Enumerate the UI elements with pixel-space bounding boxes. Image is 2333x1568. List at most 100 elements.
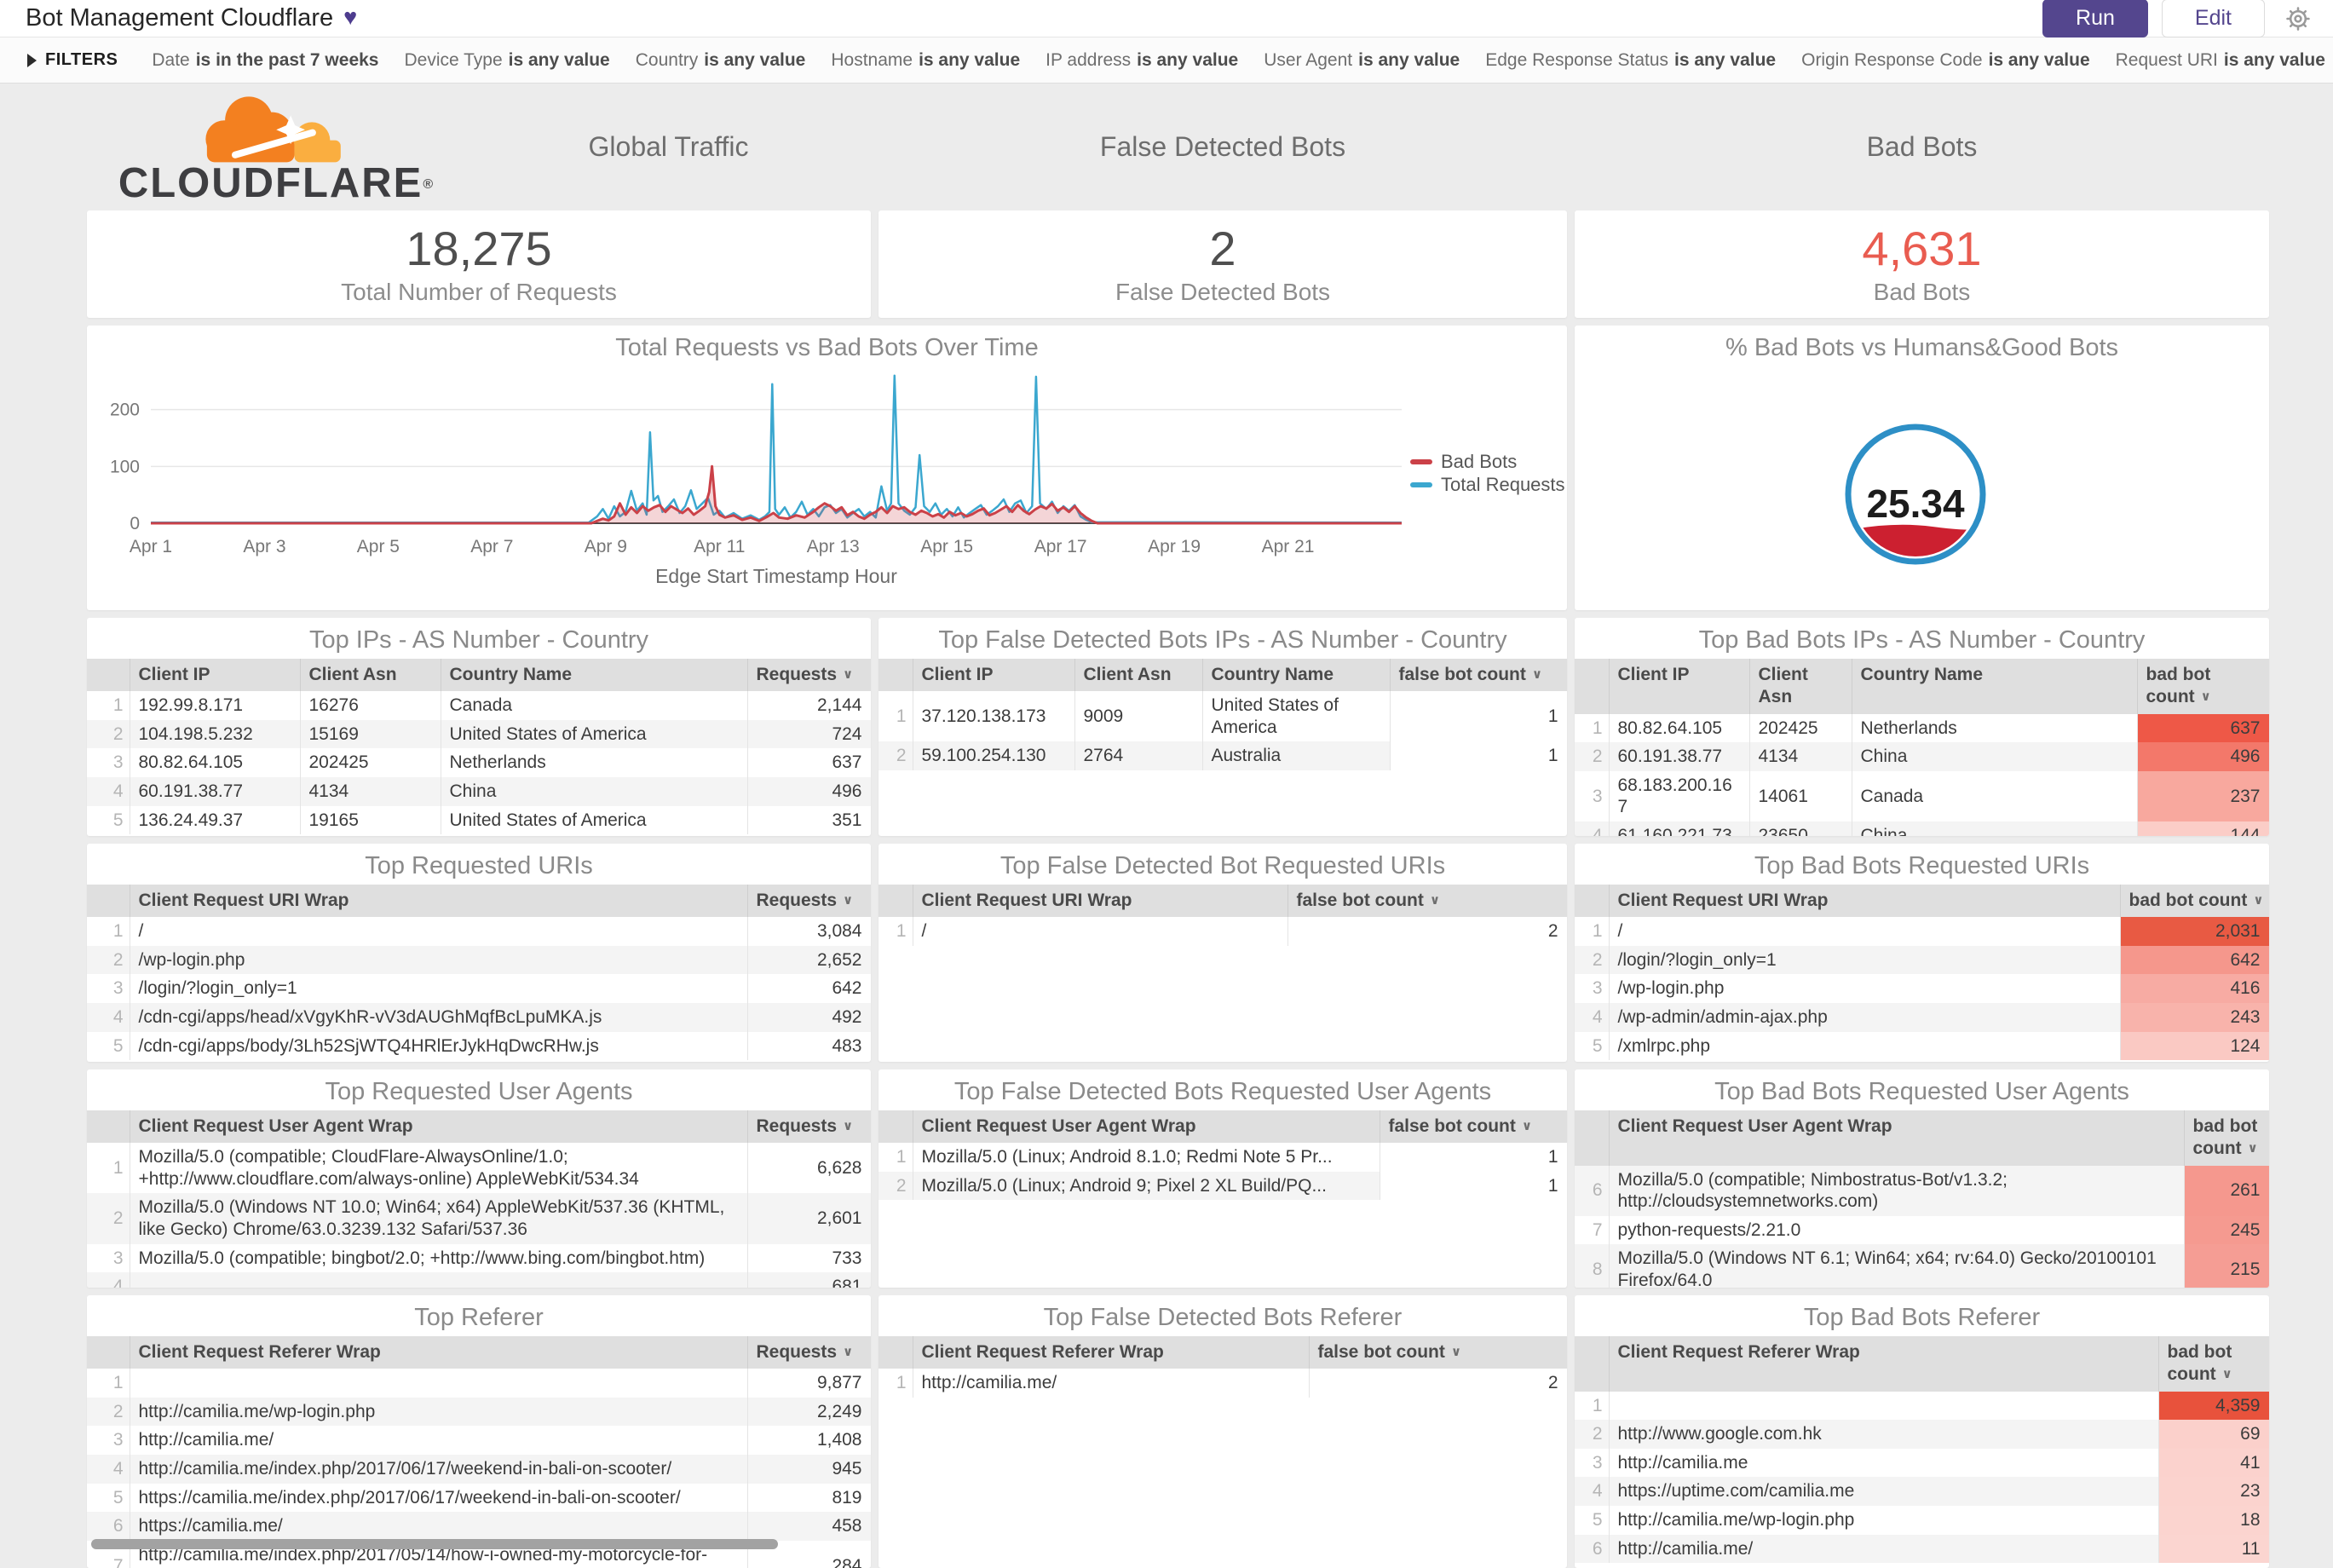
row-number: 3 bbox=[87, 1426, 130, 1456]
column-header[interactable]: Client Request Referer Wrap bbox=[1609, 1336, 2159, 1392]
row-number-header bbox=[1575, 659, 1610, 714]
sortable-value-column-header[interactable]: bad bot count ∨ bbox=[2158, 1336, 2269, 1392]
filter-item-user-agent[interactable]: User Agent is any value bbox=[1264, 50, 1460, 71]
table-header-row: Client IP Client Asn Country Name bad bot c… bbox=[1575, 659, 2269, 714]
table-bad-uris: Top Bad Bots Requested URIs Client Reque… bbox=[1575, 844, 2269, 1062]
value-cell: 351 bbox=[747, 805, 871, 835]
cloudflare-cloud-icon bbox=[204, 96, 341, 163]
column-header[interactable]: Client IP bbox=[913, 659, 1075, 692]
edit-button[interactable]: Edit bbox=[2161, 0, 2265, 37]
row-number: 2 bbox=[1575, 742, 1610, 771]
table-row: 4 61.160.221.73 23650 China 144 bbox=[1575, 821, 2269, 836]
x-tick-label: Apr 1 bbox=[130, 537, 172, 556]
table-cell: United States of America bbox=[441, 719, 748, 749]
kpi-bad-bots-value: 4,631 bbox=[1862, 222, 1982, 275]
filter-item-origin-response-code[interactable]: Origin Response Code is any value bbox=[1801, 50, 2090, 71]
filter-item-device-type[interactable]: Device Type is any value bbox=[404, 50, 609, 71]
sortable-value-column-header[interactable]: Requests ∨ bbox=[747, 1336, 871, 1369]
row-number: 3 bbox=[1575, 770, 1610, 821]
table-row: 6 Mozilla/5.0 (compatible; Nimbostratus-B… bbox=[1575, 1165, 2269, 1216]
sortable-value-column-header[interactable]: Requests ∨ bbox=[747, 659, 871, 692]
column-header[interactable]: Client Request URI Wrap bbox=[913, 885, 1288, 918]
filter-item-hostname[interactable]: Hostname is any value bbox=[831, 50, 1020, 71]
column-header[interactable]: Client Asn bbox=[1749, 659, 1852, 714]
filter-item-edge-response-status[interactable]: Edge Response Status is any value bbox=[1485, 50, 1776, 71]
value-cell: 642 bbox=[747, 974, 871, 1004]
value-cell: 215 bbox=[2184, 1244, 2269, 1288]
table-cell: Mozilla/5.0 (Windows NT 10.0; Win64; x64… bbox=[130, 1193, 748, 1244]
column-header[interactable]: Country Name bbox=[1202, 659, 1391, 692]
sortable-value-column-header[interactable]: Requests ∨ bbox=[747, 1110, 871, 1144]
table-cell: / bbox=[913, 917, 1288, 946]
sortable-value-column-header[interactable]: Requests ∨ bbox=[747, 885, 871, 918]
sortable-value-column-header[interactable]: bad bot count ∨ bbox=[2120, 885, 2269, 918]
column-header[interactable]: Client Request Referer Wrap bbox=[913, 1336, 1310, 1369]
value-cell: 3,084 bbox=[747, 917, 871, 946]
value-cell: 23 bbox=[2158, 1477, 2269, 1506]
column-header[interactable]: Client Asn bbox=[1074, 659, 1203, 692]
legend-label[interactable]: Bad Bots bbox=[1441, 451, 1517, 472]
column-header[interactable]: Client Request User Agent Wrap bbox=[913, 1110, 1380, 1144]
column-header[interactable]: Client Request URI Wrap bbox=[1609, 885, 2121, 918]
run-button[interactable]: Run bbox=[2042, 0, 2148, 37]
row-number: 5 bbox=[1575, 1031, 1610, 1061]
table-cell bbox=[1609, 1391, 2159, 1421]
row-number: 1 bbox=[878, 917, 913, 946]
gear-icon[interactable] bbox=[2284, 4, 2313, 33]
row-number: 1 bbox=[1575, 1391, 1610, 1421]
table-title: Top Bad Bots Requested URIs bbox=[1754, 852, 2090, 879]
column-header[interactable]: Client Request URI Wrap bbox=[130, 885, 748, 918]
table-row: 2 Mozilla/5.0 (Windows NT 10.0; Win64; x6… bbox=[87, 1193, 871, 1244]
table-cell: 4134 bbox=[1749, 742, 1852, 771]
sort-chevron-icon: ∨ bbox=[843, 1344, 854, 1359]
table-row: 4/wp-admin/admin-ajax.php 243 bbox=[1575, 1003, 2269, 1032]
value-cell: 1 bbox=[1380, 1143, 1567, 1172]
row-number: 2 bbox=[87, 945, 130, 975]
filter-item-ip-address[interactable]: IP address is any value bbox=[1046, 50, 1238, 71]
table-cell: China bbox=[441, 777, 748, 806]
column-header[interactable]: Client Asn bbox=[300, 659, 441, 692]
column-header[interactable]: Client IP bbox=[130, 659, 301, 692]
value-cell: 458 bbox=[747, 1512, 871, 1541]
column-header[interactable]: Country Name bbox=[1852, 659, 2138, 714]
table-cell: /wp-admin/admin-ajax.php bbox=[1609, 1003, 2121, 1032]
row-number-header bbox=[87, 885, 130, 918]
table-cell: Mozilla/5.0 (Linux; Android 9; Pixel 2 X… bbox=[913, 1171, 1380, 1201]
filter-item-request-uri[interactable]: Request URI is any value bbox=[2116, 50, 2325, 71]
sortable-value-column-header[interactable]: bad bot count ∨ bbox=[2137, 659, 2269, 714]
kpi-bad-bots-label: Bad Bots bbox=[1873, 279, 1971, 305]
filter-item-country[interactable]: Country is any value bbox=[636, 50, 806, 71]
column-header[interactable]: Client Request User Agent Wrap bbox=[130, 1110, 748, 1144]
sortable-value-column-header[interactable]: false bot count ∨ bbox=[1287, 885, 1567, 918]
table-cell: http://camilia.me/ bbox=[913, 1369, 1310, 1398]
value-cell: 496 bbox=[747, 777, 871, 806]
value-cell: 2,031 bbox=[2120, 917, 2269, 946]
column-header[interactable]: Client IP bbox=[1609, 659, 1750, 714]
row-number: 5 bbox=[1575, 1505, 1610, 1535]
y-tick-label: 200 bbox=[110, 401, 140, 420]
row-number: 2 bbox=[87, 1193, 130, 1244]
legend-label[interactable]: Total Requests bbox=[1441, 474, 1565, 495]
table-row: 3/login/?login_only=1 642 bbox=[87, 974, 871, 1004]
horizontal-scrollbar[interactable] bbox=[91, 1539, 778, 1549]
sortable-value-column-header[interactable]: bad bot count ∨ bbox=[2184, 1110, 2269, 1166]
table-row: 5 http://camilia.me/wp-login.php 18 bbox=[1575, 1505, 2269, 1535]
table-cell: 80.82.64.105 bbox=[1609, 713, 1750, 743]
column-header[interactable]: Client Request User Agent Wrap bbox=[1609, 1110, 2185, 1166]
table-row: 4 https://uptime.com/camilia.me 23 bbox=[1575, 1477, 2269, 1506]
filter-bar: FILTERS Date is in the past 7 weeks Device… bbox=[0, 37, 2333, 84]
data-table: Client Request Referer Wrap false bot cou… bbox=[878, 1336, 1567, 1398]
sortable-value-column-header[interactable]: false bot count ∨ bbox=[1380, 1110, 1567, 1144]
column-header[interactable]: Client Request Referer Wrap bbox=[130, 1336, 748, 1369]
table-cell: /login/?login_only=1 bbox=[130, 974, 748, 1004]
filters-toggle[interactable]: FILTERS bbox=[27, 50, 118, 70]
column-header[interactable]: Country Name bbox=[441, 659, 748, 692]
sortable-value-column-header[interactable]: false bot count ∨ bbox=[1309, 1336, 1567, 1369]
table-header-row: Client Request User Agent Wrap bad bot co… bbox=[1575, 1110, 2269, 1166]
table-cell: 202425 bbox=[1749, 713, 1852, 743]
x-tick-label: Apr 11 bbox=[694, 537, 745, 556]
row-number-header bbox=[878, 659, 913, 692]
filters-label: FILTERS bbox=[45, 50, 118, 69]
filter-item-date[interactable]: Date is in the past 7 weeks bbox=[152, 50, 378, 71]
sortable-value-column-header[interactable]: false bot count ∨ bbox=[1390, 659, 1567, 692]
